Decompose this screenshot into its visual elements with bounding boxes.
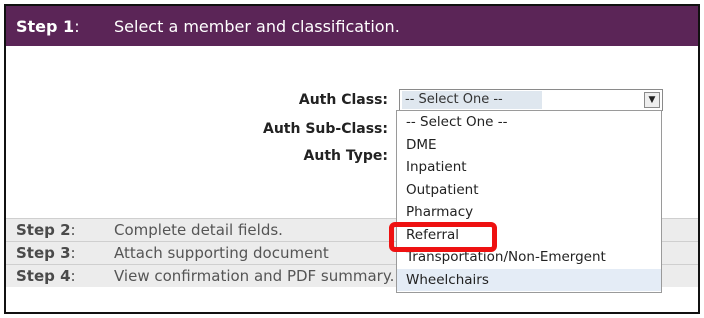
step1-title: Select a member and classification.: [114, 16, 400, 36]
step3-number: Step 3:: [16, 244, 76, 262]
step3-title: Attach supporting document: [114, 244, 329, 262]
auth-class-label: Auth Class:: [298, 92, 388, 108]
auth-class-select[interactable]: -- Select One -- ▼: [399, 89, 663, 111]
dropdown-option-wheelchairs[interactable]: Wheelchairs: [397, 268, 661, 291]
auth-class-selected-value: -- Select One --: [402, 91, 542, 109]
auth-subclass-label: Auth Sub-Class:: [262, 121, 388, 137]
dropdown-option-outpatient[interactable]: Outpatient: [397, 179, 661, 202]
chevron-down-icon[interactable]: ▼: [644, 92, 660, 108]
step1-header: Step 1: Select a member and classificati…: [6, 6, 698, 46]
dropdown-option-select-one[interactable]: -- Select One --: [397, 111, 661, 134]
dropdown-option-transportation[interactable]: Transportation/Non-Emergent: [397, 246, 661, 269]
dropdown-option-inpatient[interactable]: Inpatient: [397, 156, 661, 179]
auth-class-dropdown-list: -- Select One -- DME Inpatient Outpatien…: [396, 110, 662, 293]
dropdown-option-pharmacy[interactable]: Pharmacy: [397, 201, 661, 224]
dropdown-option-dme[interactable]: DME: [397, 134, 661, 157]
step4-title: View confirmation and PDF summary.: [114, 267, 395, 285]
step2-number: Step 2:: [16, 221, 76, 239]
step1-number: Step 1:: [16, 16, 80, 36]
auth-type-label: Auth Type:: [303, 148, 388, 164]
dropdown-option-referral[interactable]: Referral: [397, 224, 661, 247]
step2-title: Complete detail fields.: [114, 221, 283, 239]
step4-number: Step 4:: [16, 267, 76, 285]
